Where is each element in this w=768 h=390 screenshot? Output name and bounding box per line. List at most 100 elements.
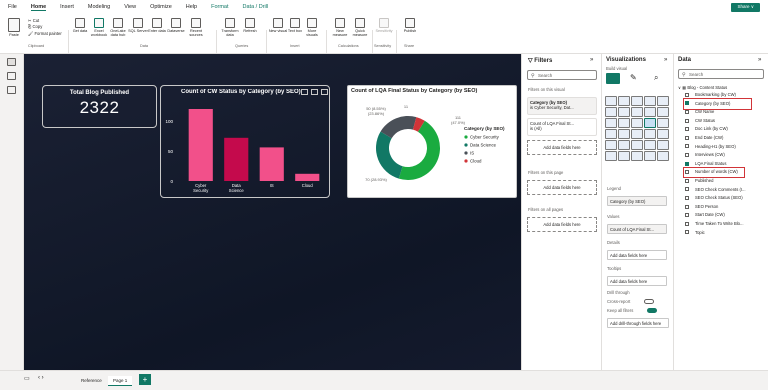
menu-data-drill[interactable]: Data / Drill (243, 4, 269, 10)
details-drop[interactable]: Add data fields here (607, 250, 667, 260)
tab-page-1[interactable]: Page 1 (108, 376, 133, 386)
field-checkbox[interactable] (685, 118, 689, 123)
menu-modeling[interactable]: Modeling (88, 4, 110, 10)
collapse-viz-icon[interactable]: » (664, 57, 667, 63)
matrix-icon[interactable] (618, 140, 630, 150)
field-checkbox[interactable] (685, 204, 689, 209)
filter-drop-visual[interactable]: Add data fields here (527, 140, 597, 155)
card-icon[interactable] (644, 129, 656, 139)
field-checkbox[interactable] (685, 144, 689, 149)
nav-prev-icon[interactable]: ‹ › (38, 375, 44, 381)
more-visuals-button[interactable]: More visuals (302, 18, 322, 37)
bar-chart-visual[interactable]: Count of CW Status by Category (by SEO) … (160, 85, 330, 198)
field-item[interactable]: CW Status (685, 118, 715, 123)
field-item[interactable]: Heading-H1 (by SEO) (685, 144, 736, 149)
filled-map-icon[interactable] (618, 129, 630, 139)
area-chart-icon[interactable] (618, 107, 630, 117)
recent-sources-button[interactable]: Recent sources (186, 18, 206, 37)
filter-drop-all[interactable]: Add data fields here (527, 217, 597, 232)
r-visual-icon[interactable] (644, 140, 656, 150)
new-measure-button[interactable]: New measure (330, 18, 350, 37)
quick-measure-button[interactable]: Quick measure (350, 18, 370, 37)
filter-drop-page[interactable]: Add data fields here (527, 180, 597, 195)
table-node[interactable]: ∨ ▦ Blog - Content Status (678, 85, 727, 90)
field-item[interactable]: Time Taken To Write Blo... (685, 221, 744, 226)
field-checkbox[interactable] (685, 187, 689, 192)
field-checkbox[interactable] (685, 110, 689, 115)
donut-icon[interactable] (644, 118, 656, 128)
share-button[interactable]: Share ∨ (731, 3, 760, 12)
slicer-icon[interactable] (631, 140, 643, 150)
data-search-input[interactable]: ⚲ Search (678, 69, 764, 79)
excel-button[interactable]: Excel workbook (89, 18, 109, 37)
dataverse-button[interactable]: Dataverse (166, 18, 186, 33)
collapse-icon[interactable]: » (590, 57, 593, 63)
menu-help[interactable]: Help (186, 4, 197, 10)
field-item[interactable]: LQA Final Status (685, 161, 726, 166)
cross-report-toggle[interactable] (644, 299, 655, 305)
waterfall-icon[interactable] (657, 107, 669, 117)
menu-optimize[interactable]: Optimize (150, 4, 172, 10)
ribbon-chart-icon[interactable] (644, 107, 656, 117)
filters-search-input[interactable]: ⚲ Search (527, 70, 597, 80)
format-painter-button[interactable]: 🖌 Format painter (28, 31, 62, 37)
field-item[interactable]: SEO Check Comments (I... (685, 187, 746, 192)
model-view-icon[interactable] (7, 86, 16, 94)
keep-filters-toggle[interactable] (647, 308, 658, 314)
menu-file[interactable]: File (8, 4, 17, 10)
field-item[interactable]: End Date (CW) (685, 135, 723, 140)
transform-data-button[interactable]: Transform data (220, 18, 240, 37)
sensitivity-button[interactable]: Sensitivity (374, 18, 394, 33)
field-item[interactable]: Published (685, 178, 713, 183)
field-item[interactable]: Start Date (CW) (685, 212, 725, 217)
qa-icon[interactable] (631, 151, 643, 161)
key-influencers-icon[interactable] (605, 151, 617, 161)
enter-data-button[interactable]: Enter data (147, 18, 167, 33)
treemap-icon[interactable] (657, 118, 669, 128)
collapse-data-icon[interactable]: » (758, 57, 761, 63)
table-view-icon[interactable] (7, 72, 16, 80)
refresh-button[interactable]: Refresh (240, 18, 260, 33)
gauge-icon[interactable] (631, 129, 643, 139)
publish-button[interactable]: Publish (400, 18, 420, 33)
field-checkbox[interactable] (685, 127, 689, 132)
field-item[interactable]: Bookmarking (by CW) (685, 92, 736, 97)
decomp-tree-icon[interactable] (618, 151, 630, 161)
onelake-button[interactable]: OneLake data hub (108, 18, 128, 37)
field-checkbox[interactable] (685, 153, 689, 158)
more-visuals-icon[interactable] (657, 151, 669, 161)
tab-reference[interactable]: Reference (76, 376, 107, 385)
field-item[interactable]: Topic (685, 230, 705, 235)
menu-home[interactable]: Home (30, 4, 47, 11)
sql-button[interactable]: SQL Server (128, 18, 148, 33)
drill-drop[interactable]: Add drill-through fields here (607, 318, 669, 328)
add-page-button[interactable]: + (139, 374, 151, 385)
page-view-icon[interactable]: ▭ (24, 375, 30, 382)
field-checkbox[interactable] (685, 196, 689, 201)
build-visual-icon[interactable] (606, 73, 620, 84)
tooltips-drop[interactable]: Add data fields here (607, 276, 667, 286)
field-item[interactable]: Interviews (CW) (685, 152, 725, 157)
field-checkbox[interactable] (685, 221, 689, 226)
get-data-button[interactable]: Get data (70, 18, 90, 33)
funnel-icon[interactable] (605, 118, 617, 128)
format-visual-icon[interactable]: ✎ (630, 73, 637, 82)
values-field[interactable]: Count of LQA Final St... (607, 224, 667, 234)
menu-view[interactable]: View (124, 4, 136, 10)
analytics-icon[interactable]: ⌕ (654, 73, 658, 83)
menu-insert[interactable]: Insert (60, 4, 74, 10)
stacked-bar-icon[interactable] (605, 96, 617, 106)
menu-format[interactable]: Format (211, 4, 228, 10)
map-icon[interactable] (605, 129, 617, 139)
report-view-icon[interactable] (7, 58, 16, 66)
table-icon[interactable] (605, 140, 617, 150)
field-checkbox[interactable] (685, 213, 689, 218)
kpi-icon[interactable] (657, 129, 669, 139)
field-checkbox[interactable] (685, 178, 689, 183)
scatter-icon[interactable] (618, 118, 630, 128)
clustered-bar-icon[interactable] (631, 96, 643, 106)
clustered-column-icon[interactable] (644, 96, 656, 106)
field-item[interactable]: Doc Link (by CW) (685, 126, 728, 131)
field-checkbox[interactable] (685, 230, 689, 235)
python-visual-icon[interactable] (657, 140, 669, 150)
